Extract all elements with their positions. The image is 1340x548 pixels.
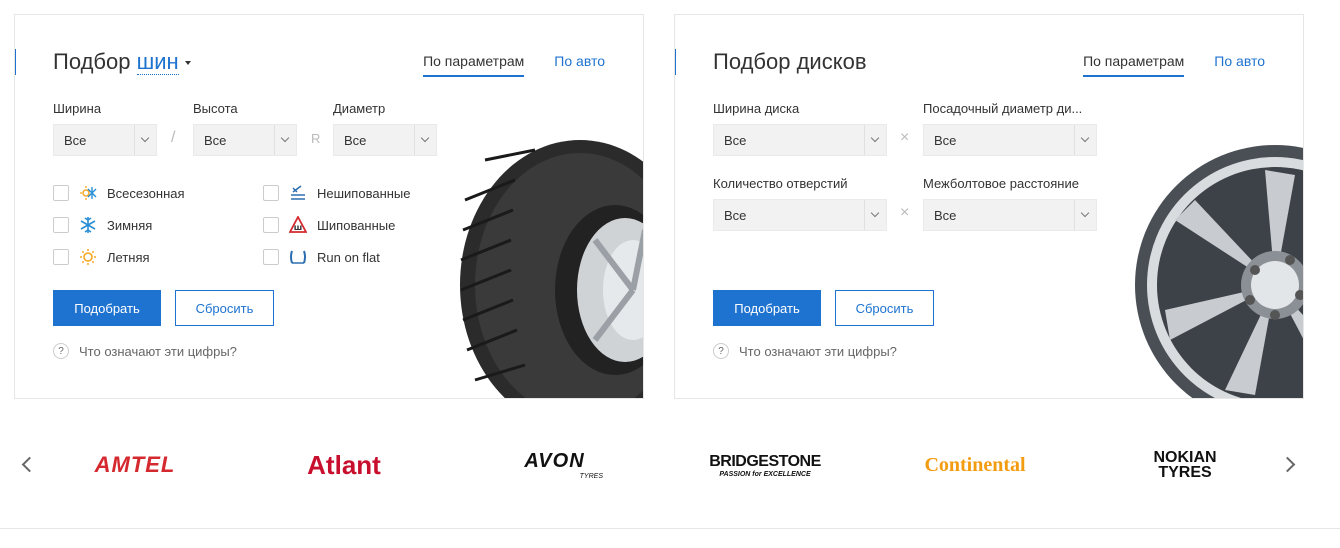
r-separator: R <box>311 131 321 146</box>
chevron-down-icon <box>864 200 886 230</box>
diameter-label: Диаметр <box>333 101 386 116</box>
disk-selector-panel: Подбор дисков По параметрам По авто Шири… <box>674 14 1304 399</box>
disk-submit-button[interactable]: Подобрать <box>713 290 821 326</box>
tire-image <box>460 140 643 398</box>
bolt-pattern-label: Межболтовое расстояние <box>923 176 1079 191</box>
check-all-season[interactable]: Всесезонная <box>53 183 185 203</box>
chevron-down-icon <box>134 125 156 155</box>
disk-width-label: Ширина диска <box>713 101 800 116</box>
chevron-down-icon <box>1074 200 1096 230</box>
slash-separator: / <box>171 129 176 146</box>
check-run-flat[interactable]: Run on flat <box>263 247 380 267</box>
tire-panel-title: Подбор шин <box>53 49 191 75</box>
snowflake-icon <box>79 216 97 234</box>
checkbox[interactable] <box>53 249 69 265</box>
brand-atlant[interactable]: Atlant <box>284 440 404 490</box>
chevron-right-icon[interactable] <box>1278 452 1302 476</box>
sun-icon <box>79 248 97 266</box>
studded-icon: ш <box>289 216 307 234</box>
disk-help-link[interactable]: ? Что означают эти цифры? <box>713 343 897 359</box>
tire-help-link[interactable]: ? Что означают эти цифры? <box>53 343 237 359</box>
height-select[interactable]: Все <box>193 124 297 156</box>
seat-diameter-select[interactable]: Все <box>923 124 1097 156</box>
brand-amtel[interactable]: AMTEL <box>70 440 200 490</box>
tire-selector-panel: Подбор шин По параметрам По авто Ширина … <box>14 14 644 399</box>
chevron-down-icon <box>274 125 296 155</box>
wheel-image <box>1135 145 1303 398</box>
disk-tabs: По параметрам По авто <box>1083 53 1265 77</box>
disk-width-select[interactable]: Все <box>713 124 887 156</box>
check-non-studded[interactable]: Нешипованные <box>263 183 411 203</box>
x-separator: × <box>900 129 910 146</box>
chevron-down-icon <box>1074 125 1096 155</box>
non-studded-icon <box>289 184 307 202</box>
width-label: Ширина <box>53 101 102 116</box>
question-icon: ? <box>713 343 729 359</box>
tire-type-dropdown[interactable]: шин <box>136 49 179 75</box>
brand-carousel: AMTEL Atlant AVON TYRES BRIDGESTONE PASS… <box>0 430 1340 500</box>
holes-count-label: Количество отверстий <box>713 176 848 191</box>
checkbox[interactable] <box>263 217 279 233</box>
tire-tabs: По параметрам По авто <box>423 53 605 77</box>
x-separator: × <box>900 204 910 221</box>
checkbox[interactable] <box>263 185 279 201</box>
tab-by-params[interactable]: По параметрам <box>423 53 525 77</box>
all-season-icon <box>79 184 97 202</box>
check-studded[interactable]: ш Шипованные <box>263 215 395 235</box>
tire-reset-button[interactable]: Сбросить <box>175 290 274 326</box>
checkbox[interactable] <box>53 217 69 233</box>
tire-submit-button[interactable]: Подобрать <box>53 290 161 326</box>
width-select[interactable]: Все <box>53 124 157 156</box>
diameter-select[interactable]: Все <box>333 124 437 156</box>
svg-text:ш: ш <box>294 223 303 232</box>
brand-nokian[interactable]: NOKIAN TYRES <box>1125 440 1245 490</box>
divider <box>0 528 1340 529</box>
accent-bar <box>15 49 16 75</box>
checkbox[interactable] <box>263 249 279 265</box>
disk-reset-button[interactable]: Сбросить <box>835 290 934 326</box>
tab-by-params[interactable]: По параметрам <box>1083 53 1185 77</box>
run-flat-icon <box>289 248 307 266</box>
chevron-down-icon <box>414 125 436 155</box>
tab-by-car[interactable]: По авто <box>554 53 605 77</box>
brand-avon[interactable]: AVON TYRES <box>492 440 617 490</box>
height-label: Высота <box>193 101 238 116</box>
check-summer[interactable]: Летняя <box>53 247 150 267</box>
bolt-pattern-select[interactable]: Все <box>923 199 1097 231</box>
brand-bridgestone[interactable]: BRIDGESTONE PASSION for EXCELLENCE <box>700 440 830 490</box>
checkbox[interactable] <box>53 185 69 201</box>
brand-continental[interactable]: Continental <box>910 440 1040 490</box>
accent-bar <box>675 49 676 75</box>
seat-diameter-label: Посадочный диаметр ди... <box>923 101 1083 116</box>
disk-panel-title: Подбор дисков <box>713 49 867 74</box>
question-icon: ? <box>53 343 69 359</box>
holes-count-select[interactable]: Все <box>713 199 887 231</box>
chevron-left-icon[interactable] <box>16 452 40 476</box>
chevron-down-icon <box>864 125 886 155</box>
check-winter[interactable]: Зимняя <box>53 215 152 235</box>
tab-by-car[interactable]: По авто <box>1214 53 1265 77</box>
caret-down-icon[interactable] <box>184 61 191 66</box>
